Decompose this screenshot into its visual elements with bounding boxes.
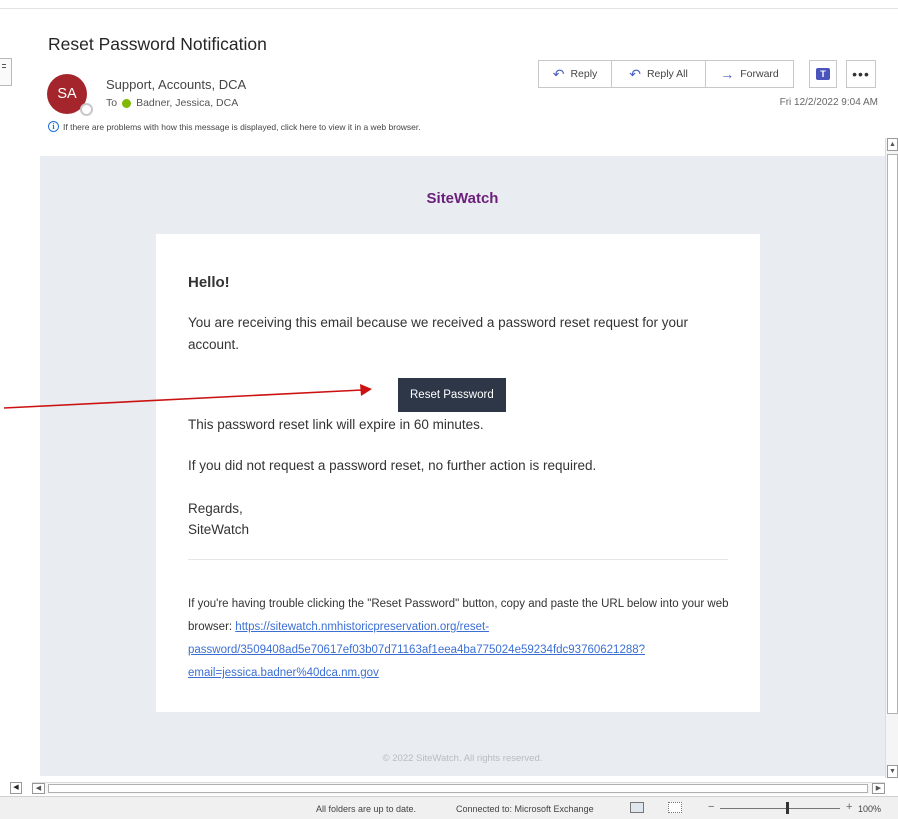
no-action-text: If you did not request a password reset,… [188,458,597,473]
trouble-paragraph: If you're having trouble clicking the "R… [188,593,748,685]
horizontal-scroll-thumb[interactable] [48,784,868,793]
presence-status-icon [80,103,93,116]
scroll-left-pane-icon[interactable]: ◀ [10,782,22,794]
top-divider [0,8,898,9]
more-actions-button[interactable]: ••• [846,60,876,88]
regards-text: Regards, [188,501,243,516]
brand-header[interactable]: SiteWatch [40,190,885,207]
forward-button[interactable]: → Forward [706,60,794,88]
vertical-scroll-thumb[interactable] [887,154,898,714]
forward-arrow-icon: → [720,66,735,82]
greeting: Hello! [188,274,230,291]
display-problem-infobar[interactable]: i If there are problems with how this me… [48,121,421,132]
horizontal-scrollbar[interactable]: ◀ ▶ [32,782,885,794]
zoom-slider-thumb[interactable] [786,802,789,814]
reset-url-link[interactable]: https://sitewatch.nmhistoricpreservation… [188,621,645,679]
scroll-right-icon[interactable]: ▶ [872,783,885,794]
recipient-name[interactable]: Badner, Jessica, DCA [136,97,238,109]
expiry-text: This password reset link will expire in … [188,417,484,432]
received-date: Fri 12/2/2022 9:04 AM [779,97,878,108]
reply-all-arrow-icon: ↶ [629,65,641,82]
reading-view-icon[interactable] [668,802,682,813]
email-footer: © 2022 SiteWatch. All rights reserved. [382,753,543,764]
to-label: To [106,97,118,109]
card-divider [188,559,728,560]
message-actions: ↶ Reply ↶ Reply All → Forward [538,60,794,88]
recipient-presence-icon [122,98,132,108]
intro-text: You are receiving this email because we … [188,315,689,352]
outlook-reading-pane: Reset Password Notification SA Support, … [0,0,898,819]
teams-icon: T [816,68,830,80]
reply-arrow-icon: ↶ [552,65,565,82]
zoom-in-icon[interactable]: + [846,801,852,813]
normal-view-icon[interactable] [630,802,644,813]
zoom-out-icon[interactable]: − [708,801,714,813]
scroll-up-icon[interactable]: ▲ [887,138,898,151]
forward-label: Forward [740,68,779,80]
scroll-down-icon[interactable]: ▼ [887,765,898,778]
reply-all-label: Reply All [646,68,688,80]
sync-status: All folders are up to date. [316,804,417,814]
info-icon: i [48,121,59,132]
reply-button[interactable]: ↶ Reply [538,60,612,88]
zoom-slider[interactable] [720,808,840,809]
folder-pane-edge[interactable] [0,58,12,86]
reset-password-button[interactable]: Reset Password [398,378,506,412]
signature-text: SiteWatch [188,522,250,537]
teams-chat-button[interactable]: T [809,60,837,88]
reply-label: Reply [570,68,598,80]
sign-off: Regards, SiteWatch [188,498,249,540]
email-body: SiteWatch Hello! You are receiving this … [40,156,885,776]
email-card: Hello! You are receiving this email beca… [156,234,760,712]
expand-pane-icon [2,64,6,65]
recipient-row: To Badner, Jessica, DCA [106,97,238,109]
scroll-left-icon[interactable]: ◀ [32,783,45,794]
status-bar: All folders are up to date. Connected to… [0,796,898,819]
message-subject: Reset Password Notification [48,34,267,54]
vertical-scrollbar[interactable]: ▲ ▼ [885,138,898,778]
connection-status[interactable]: Connected to: Microsoft Exchange [456,804,594,814]
reply-all-button[interactable]: ↶ Reply All [612,60,706,88]
sender-name[interactable]: Support, Accounts, DCA [106,77,246,92]
zoom-level[interactable]: 100% [858,804,881,814]
infobar-text: If there are problems with how this mess… [63,121,421,132]
